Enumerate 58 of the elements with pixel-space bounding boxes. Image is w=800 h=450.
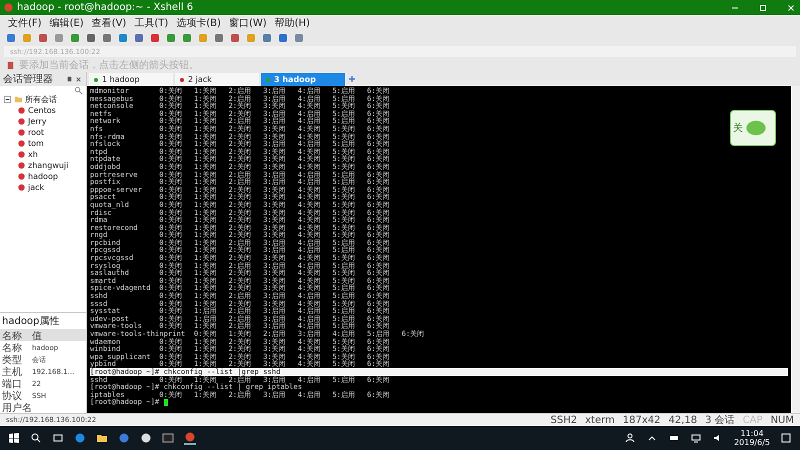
status-item: 187x42 — [622, 414, 661, 426]
session-tab[interactable]: 1 hadoop — [89, 73, 173, 86]
menu-item[interactable]: 帮助(H) — [274, 16, 310, 30]
tree-item[interactable]: tom — [28, 139, 44, 148]
hint-text: 要添加当前会话，点击左侧的箭头按钮。 — [19, 58, 199, 72]
menu-item[interactable]: 工具(T) — [134, 16, 168, 30]
menu-item[interactable]: 文件(F) — [8, 16, 42, 30]
table-cell-text: 端口 — [2, 378, 23, 390]
status-item: 42,18 — [668, 414, 698, 426]
add-tab-icon[interactable] — [347, 74, 357, 84]
windows-logo-icon[interactable] — [8, 432, 20, 444]
tree-item[interactable]: xh — [28, 150, 38, 159]
app-icon — [4, 3, 13, 12]
bookmark-icon — [6, 60, 15, 70]
task-view-icon[interactable] — [52, 432, 64, 444]
table-cell-text: 用户名 — [2, 402, 32, 415]
browser-icon[interactable] — [74, 432, 86, 444]
table-cell-text: 类型 — [2, 354, 23, 366]
table-cell-text: 协议 — [2, 390, 23, 402]
close-icon[interactable] — [786, 2, 796, 12]
session-tab[interactable]: 3 hadoop — [261, 73, 345, 86]
panel-title: hadoop属性 — [1, 314, 60, 329]
app-icon[interactable] — [140, 432, 152, 444]
tree-item[interactable]: Jerry — [28, 117, 46, 126]
menu-item[interactable]: 查看(V) — [92, 16, 126, 30]
tree-item[interactable]: jack — [28, 183, 44, 192]
tree-item[interactable]: zhangwuji — [28, 161, 68, 170]
widget-label: 关 — [733, 122, 743, 135]
menu-item[interactable]: 窗口(W) — [228, 16, 267, 30]
table-cell-text: 名称 — [2, 342, 23, 354]
clock-time[interactable]: 11:04 — [740, 429, 764, 438]
scrollbar[interactable] — [791, 86, 800, 413]
column-header: 值 — [32, 330, 43, 343]
terminal-icon[interactable] — [162, 432, 174, 444]
tree-item[interactable]: root — [28, 128, 44, 137]
clock-date[interactable]: 2019/6/5 — [734, 438, 770, 447]
menu-item[interactable]: 选项卡(B) — [176, 16, 221, 30]
menu-item[interactable]: 编辑(E) — [50, 16, 84, 30]
status-item: xterm — [585, 414, 615, 426]
session-tab[interactable]: 2 jack — [175, 73, 259, 86]
status-item: 3 会话 — [705, 414, 735, 427]
column-header: 名称 — [2, 330, 23, 343]
status-item: SSH2 — [550, 414, 578, 426]
table-cell-text: 主机 — [2, 366, 23, 378]
floating-widget[interactable]: 关 — [730, 110, 776, 146]
app-icon[interactable] — [184, 431, 196, 445]
person-icon[interactable] — [624, 432, 636, 444]
tree-item[interactable]: Centos — [28, 106, 56, 115]
close-icon[interactable] — [74, 74, 83, 84]
maximize-icon[interactable] — [758, 2, 768, 12]
status-item: NUM — [770, 414, 794, 426]
tree-item[interactable]: 所有会话 — [25, 94, 57, 105]
collapse-icon[interactable] — [3, 95, 12, 104]
notification-icon[interactable] — [780, 432, 792, 444]
window-title: hadoop - root@hadoop:~ - Xshell 6 — [17, 2, 194, 13]
monitor-icon[interactable] — [690, 432, 702, 444]
panel-title: 会话管理器 — [3, 72, 53, 86]
tree-item[interactable]: hadoop — [28, 172, 58, 181]
